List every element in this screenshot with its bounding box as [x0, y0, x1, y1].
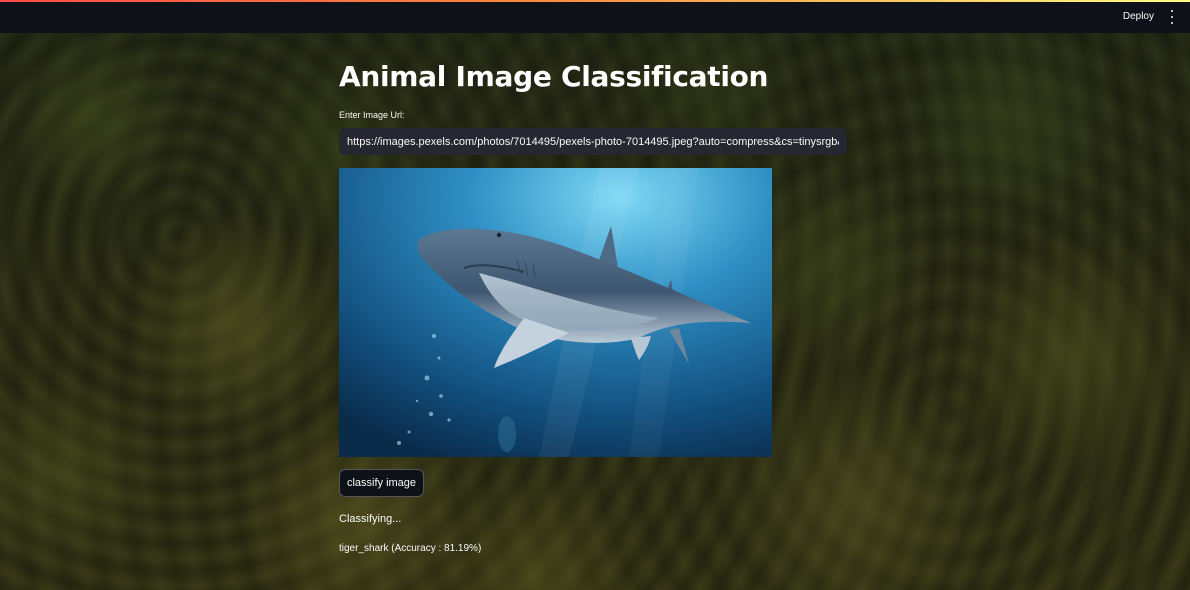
top-decoration-bar [0, 0, 1190, 2]
shark-photo [339, 168, 772, 457]
app-header: Deploy [0, 2, 1190, 33]
page-title: Animal Image Classification [339, 60, 769, 93]
url-input-label: Enter Image Url: [339, 110, 405, 120]
image-url-value: https://images.pexels.com/photos/7014495… [347, 135, 839, 148]
classify-image-button[interactable]: classify image [339, 469, 424, 497]
deploy-button[interactable]: Deploy [1123, 11, 1154, 22]
classification-result: tiger_shark (Accuracy : 81.19%) [339, 543, 482, 554]
image-url-input[interactable]: https://images.pexels.com/photos/7014495… [339, 128, 847, 155]
vertical-ellipsis-icon[interactable] [1168, 10, 1176, 24]
status-text: Classifying... [339, 513, 402, 525]
